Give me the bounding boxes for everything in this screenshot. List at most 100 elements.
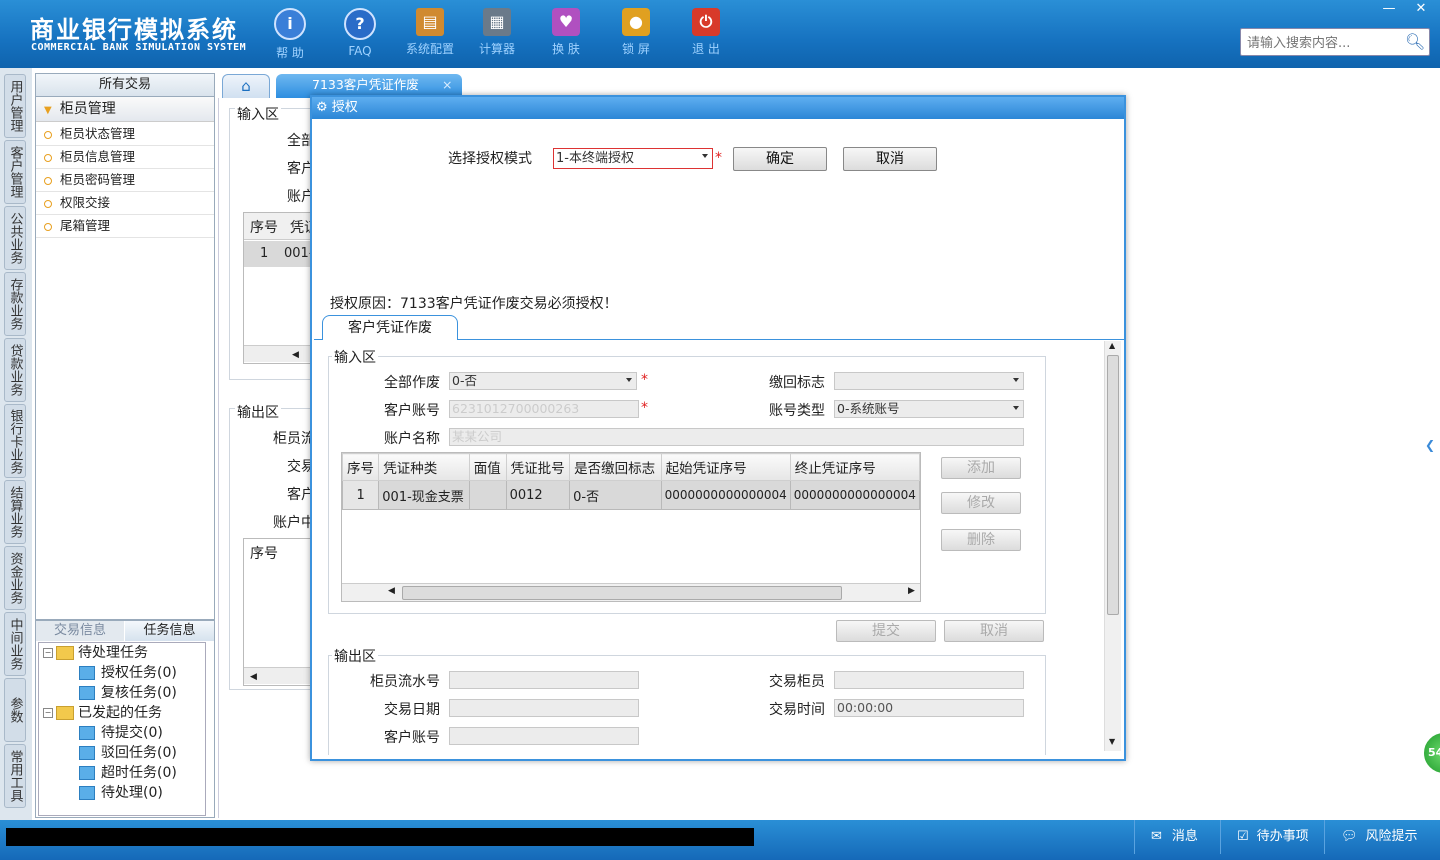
- collapse-icon: −: [43, 648, 53, 658]
- auth-mode-value: 1-本终端授权: [556, 151, 634, 166]
- account-field[interactable]: 6231012700000263: [449, 400, 639, 418]
- submit-button[interactable]: 提交: [836, 620, 936, 642]
- delete-button[interactable]: 删除: [941, 529, 1021, 551]
- power-icon: ⏻: [692, 8, 720, 36]
- tab-transaction-info[interactable]: 交易信息: [36, 621, 124, 641]
- recall-flag-select[interactable]: [834, 372, 1024, 390]
- menu-item-label: 尾箱管理: [60, 218, 111, 233]
- scroll-left-icon[interactable]: ◀: [388, 586, 395, 596]
- inner-tab-voucher-void[interactable]: 客户凭证作废: [322, 315, 458, 340]
- risk-button[interactable]: 💬︎ 风险提示: [1324, 820, 1440, 854]
- vtab-deposit[interactable]: 存款业务: [4, 272, 26, 336]
- scroll-thumb[interactable]: [402, 586, 842, 600]
- tree-node-timeout[interactable]: 超时任务(0): [79, 763, 177, 783]
- bg-output-area-label: 输出区: [235, 402, 281, 422]
- toolbar-lock-button[interactable]: ● 锁 屏: [606, 8, 666, 60]
- task-tree: − 待处理任务 授权任务(0) 复核任务(0) − 已发起的任务 待提交(0) 驳回…: [38, 642, 206, 816]
- account-type-select[interactable]: 0-系统账号: [834, 400, 1024, 418]
- tree-node-review-task[interactable]: 复核任务(0): [79, 683, 177, 703]
- dialog-icon: ⚙: [316, 100, 328, 115]
- menu-item-teller-password[interactable]: 柜员密码管理: [36, 169, 214, 192]
- tree-node-initiated[interactable]: − 已发起的任务: [43, 703, 162, 723]
- col-batch[interactable]: 凭证批号: [505, 453, 571, 481]
- toolbar-skin-button[interactable]: ♥ 换 肤: [536, 8, 596, 60]
- tree-label: 超时任务(0): [101, 765, 177, 781]
- voucher-table: 序号 凭证种类 面值 凭证批号 是否缴回标志 起始凭证序号 终止凭证序号 1 0…: [342, 453, 920, 510]
- collapse-right-icon[interactable]: ❮: [1425, 438, 1435, 458]
- menu-item-cashbox[interactable]: 尾箱管理: [36, 215, 214, 238]
- account-name-field[interactable]: 某某公司: [449, 428, 1024, 446]
- cell-end-seq: 0000000000000004: [789, 480, 920, 510]
- menu-item-handover[interactable]: 权限交接: [36, 192, 214, 215]
- toolbar-help-button[interactable]: i 帮 助: [260, 8, 320, 60]
- grid-h-scrollbar[interactable]: ◀ ▶: [342, 583, 920, 601]
- col-seq[interactable]: 序号: [342, 453, 380, 481]
- tree-node-to-submit[interactable]: 待提交(0): [79, 723, 163, 743]
- tree-node-to-process[interactable]: 待处理(0): [79, 783, 163, 803]
- scroll-right-icon[interactable]: ▶: [908, 586, 915, 596]
- vtab-intermediary[interactable]: 中间业务: [4, 612, 26, 676]
- scroll-down-icon[interactable]: ▼: [1109, 737, 1115, 746]
- vtab-bank-card[interactable]: 银行卡业务: [4, 404, 26, 478]
- tab-task-info[interactable]: 任务信息: [125, 621, 214, 641]
- tree-label: 授权任务(0): [101, 665, 177, 681]
- tree-node-rejected[interactable]: 驳回任务(0): [79, 743, 177, 763]
- toolbar-exit-button[interactable]: ⏻ 退 出: [676, 8, 736, 60]
- all-void-select[interactable]: 0-否: [449, 372, 637, 390]
- modify-button[interactable]: 修改: [941, 492, 1021, 514]
- menu-item-teller-info[interactable]: 柜员信息管理: [36, 146, 214, 169]
- search-box: 🔍︎: [1240, 28, 1430, 56]
- menu-group-teller[interactable]: ▼ 柜员管理: [36, 97, 214, 122]
- minimize-button[interactable]: —: [1374, 0, 1404, 18]
- vtab-params[interactable]: 参数: [4, 678, 26, 742]
- tree-node-auth-task[interactable]: 授权任务(0): [79, 663, 177, 683]
- toolbar-config-button[interactable]: ▤ 系统配置: [400, 8, 460, 60]
- cancel-button[interactable]: 取消: [843, 147, 937, 171]
- mail-icon: ✉: [1151, 829, 1162, 844]
- scroll-up-icon[interactable]: ▲: [1109, 341, 1115, 350]
- search-input[interactable]: [1245, 30, 1399, 56]
- toolbar-calculator-button[interactable]: ▦ 计算器: [467, 8, 527, 60]
- menu-item-teller-status[interactable]: 柜员状态管理: [36, 123, 214, 146]
- add-button[interactable]: 添加: [941, 457, 1021, 479]
- checkbox-icon: ☑: [1237, 829, 1249, 844]
- toolbar-faq-button[interactable]: ? FAQ: [330, 8, 390, 60]
- table-row[interactable]: 1 001-现金支票 0012 0-否 0000000000000004 000…: [342, 480, 920, 510]
- teller-label: 交易柜员: [769, 674, 825, 690]
- inner-v-scrollbar[interactable]: ▲ ▼: [1104, 341, 1121, 751]
- cancel-submit-button[interactable]: 取消: [944, 620, 1044, 642]
- close-tab-icon[interactable]: ×: [442, 74, 452, 96]
- bg-col-seq: 序号: [250, 546, 278, 562]
- app-subtitle: COMMERCIAL BANK SIMULATION SYSTEM: [31, 42, 247, 53]
- col-end-seq[interactable]: 终止凭证序号: [789, 453, 920, 481]
- confirm-button[interactable]: 确定: [733, 147, 827, 171]
- vtab-loan[interactable]: 贷款业务: [4, 338, 26, 402]
- vtab-tools[interactable]: 常用工具: [4, 744, 26, 808]
- vtab-funds[interactable]: 资金业务: [4, 546, 26, 610]
- tree-node-pending[interactable]: − 待处理任务: [43, 643, 148, 663]
- search-icon[interactable]: 🔍︎: [1405, 32, 1425, 52]
- task-icon: [79, 686, 95, 700]
- vtab-customer-mgmt[interactable]: 客户管理: [4, 140, 26, 204]
- col-start-seq[interactable]: 起始凭证序号: [660, 453, 791, 481]
- vtab-user-mgmt[interactable]: 用户管理: [4, 74, 26, 138]
- table-header-row: 序号 凭证种类 面值 凭证批号 是否缴回标志 起始凭证序号 终止凭证序号: [342, 453, 920, 481]
- col-recall-flag[interactable]: 是否缴回标志: [569, 453, 662, 481]
- vtab-settlement[interactable]: 结算业务: [4, 480, 26, 544]
- vtab-public-business[interactable]: 公共业务: [4, 206, 26, 270]
- auth-reason: 授权原因：7133客户凭证作废交易必须授权！: [330, 296, 618, 312]
- col-voucher-type[interactable]: 凭证种类: [378, 453, 470, 481]
- col-face-value[interactable]: 面值: [468, 453, 507, 481]
- all-transactions-header[interactable]: 所有交易: [36, 74, 214, 97]
- bg-label: 柜员流: [273, 431, 315, 447]
- messages-button[interactable]: ✉ 消息: [1134, 820, 1230, 854]
- home-tab[interactable]: ⌂: [222, 74, 270, 99]
- v-scroll-thumb[interactable]: [1107, 355, 1119, 615]
- auth-mode-select[interactable]: 1-本终端授权: [553, 148, 713, 169]
- toolbar-label: 锁 屏: [622, 42, 650, 56]
- dropdown-arrow-icon: [626, 378, 632, 382]
- todo-button[interactable]: ☑ 待办事项: [1220, 820, 1324, 854]
- dialog-title-bar[interactable]: ⚙ 授权: [312, 97, 1124, 119]
- time-field: 00:00:00: [834, 699, 1024, 717]
- close-window-button[interactable]: ✕: [1406, 0, 1436, 18]
